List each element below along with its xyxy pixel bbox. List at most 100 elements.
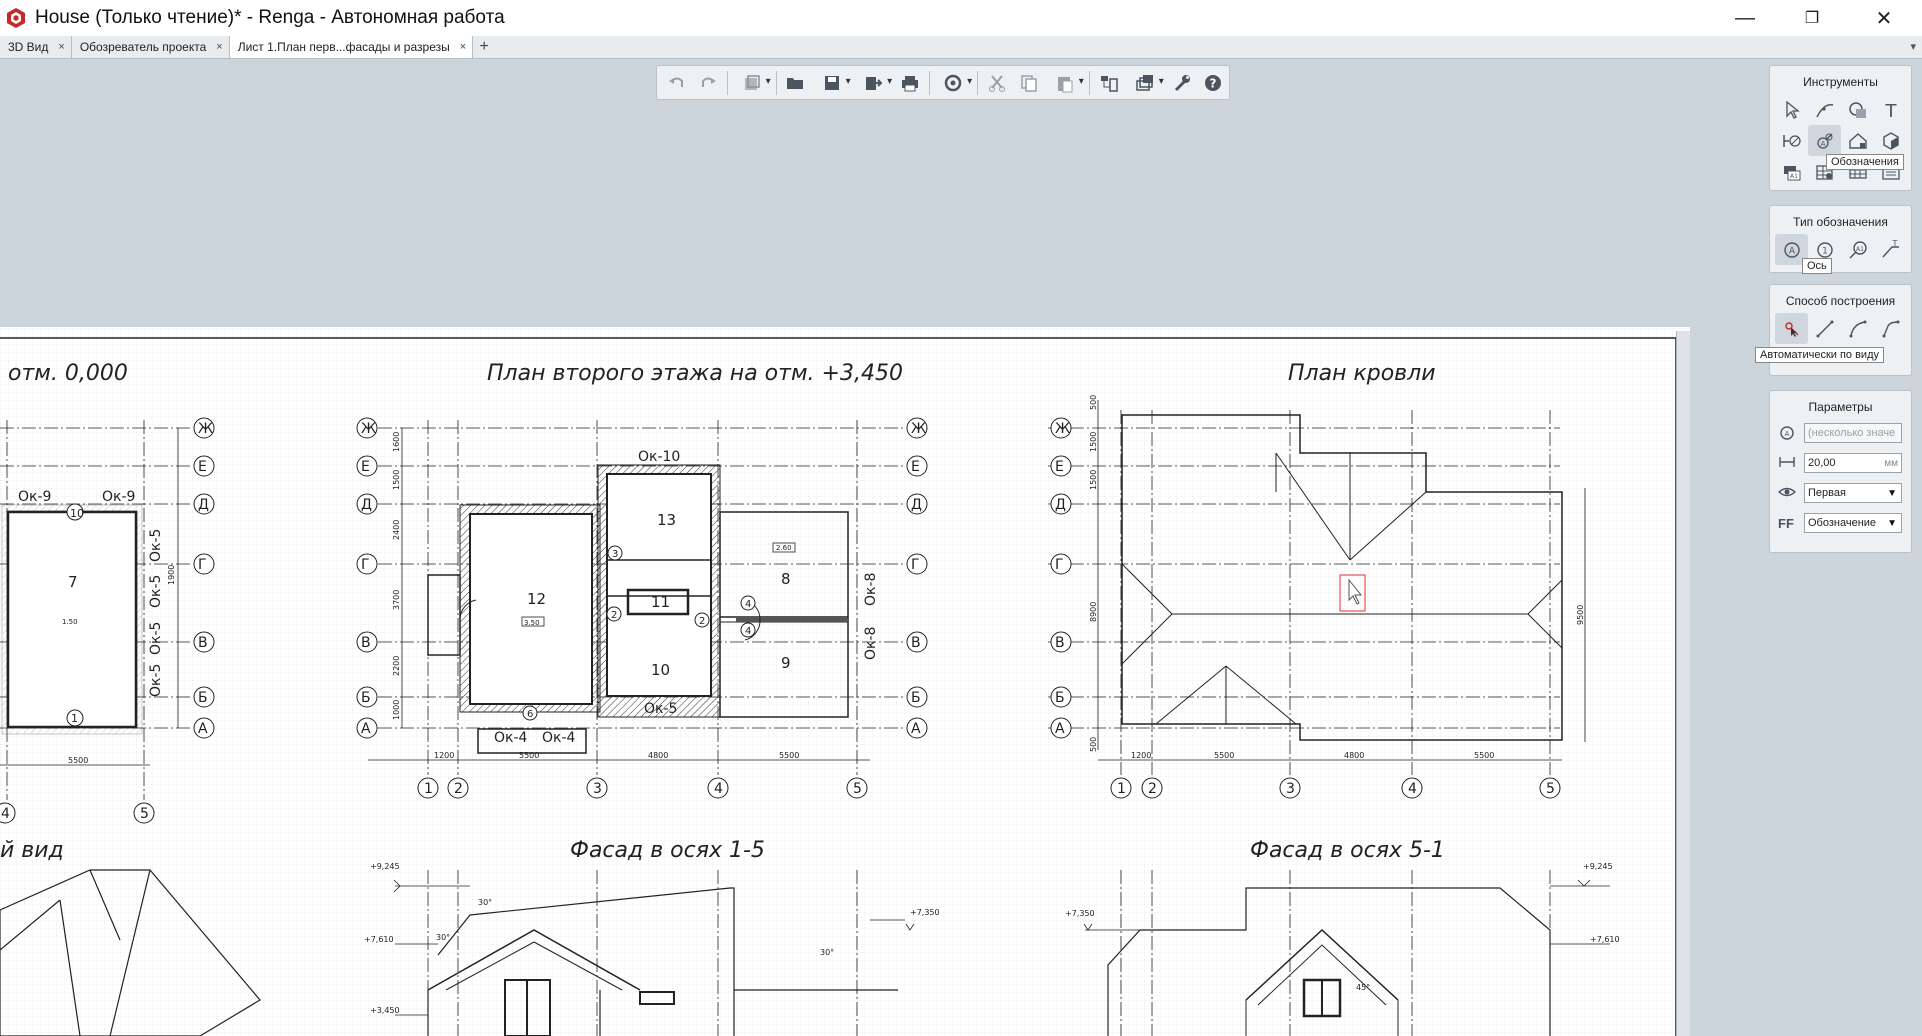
drawing-sheet[interactable]: отм. 0,000 План второго этажа на отм. +3… (0, 327, 1690, 1036)
axis-label: А (911, 721, 921, 737)
tool-annotations[interactable]: A (1808, 125, 1841, 156)
tab-close-icon[interactable]: × (460, 41, 466, 53)
visibility-select[interactable]: Первая ▼ (1804, 483, 1902, 503)
axis-label: Г (198, 557, 207, 573)
room-12: 12 (527, 590, 546, 608)
tab-3d-view[interactable]: 3D Вид × (0, 36, 72, 58)
dim-plan1-bottom: 5500 (68, 756, 88, 765)
door-mark: 1 (71, 712, 78, 725)
model-button[interactable] (731, 68, 772, 98)
dim-label: 1200 (434, 751, 454, 760)
tool-line[interactable] (1808, 94, 1841, 125)
size-input[interactable]: 20,00 мм (1804, 453, 1902, 473)
toolbar-separator (727, 70, 729, 95)
save-button[interactable] (811, 68, 852, 98)
redo-button[interactable] (693, 68, 725, 98)
cut-icon (988, 74, 1005, 92)
tab-project-explorer[interactable]: Обозреватель проекта × (72, 36, 230, 58)
axis-label: В (1055, 635, 1065, 651)
build-method-auto[interactable] (1775, 313, 1808, 344)
dim-label: 3700 (392, 590, 401, 610)
add-tab-button[interactable]: + (473, 36, 495, 58)
svg-text:A: A (1788, 246, 1795, 256)
wrench-icon (1174, 74, 1190, 91)
dim-label: 5500 (1474, 751, 1494, 760)
straight-line-icon (1816, 320, 1833, 337)
tool-dimension[interactable] (1775, 125, 1808, 156)
toolbar-separator (775, 70, 777, 95)
field-value: Обозначение (1808, 517, 1877, 529)
open-button[interactable] (780, 68, 812, 98)
room-10: 10 (651, 661, 670, 679)
print-button[interactable] (894, 68, 926, 98)
export-icon (866, 76, 883, 90)
tool-text[interactable]: T (1874, 94, 1907, 125)
door-mark: 3 (612, 549, 618, 560)
copy-icon (1020, 74, 1037, 92)
axis-label: Г (911, 557, 920, 573)
window-ok8-b: Ок-8 (863, 627, 879, 660)
roof-title: План кровли (1288, 361, 1436, 386)
document-tabs: 3D Вид × Обозреватель проекта × Лист 1.П… (0, 36, 1922, 59)
style-select[interactable]: Обозначение ▼ (1804, 513, 1902, 533)
tab-sheet-1[interactable]: Лист 1.План перв...фасады и разрезы × (229, 36, 474, 58)
svg-text:1: 1 (1822, 246, 1828, 256)
axis-label: 5 (1546, 781, 1555, 797)
door-mark: 4 (745, 626, 751, 637)
tool-level[interactable] (1841, 125, 1874, 156)
undo-button[interactable] (661, 68, 693, 98)
layers-icon (1136, 74, 1154, 91)
model-icon (744, 74, 760, 90)
font-style-icon: FF (1778, 515, 1794, 531)
annotation-type-leader[interactable]: T (1874, 234, 1907, 265)
dim-label: 5500 (519, 751, 539, 760)
tool-hatch[interactable] (1841, 94, 1874, 125)
copy-button[interactable] (1013, 68, 1045, 98)
param-row-marker: A (несколько значе (1770, 418, 1911, 448)
structure-button[interactable] (1093, 68, 1125, 98)
tab-list-dropdown-icon[interactable]: ▾ (1910, 40, 1916, 53)
polyline-icon (1882, 320, 1899, 337)
marker-value-field[interactable]: (несколько значе (1804, 423, 1902, 443)
plan1-title: отм. 0,000 (8, 361, 128, 386)
axis-label: В (911, 635, 921, 651)
level-icon (1848, 132, 1867, 149)
tool-3d[interactable] (1874, 125, 1907, 156)
build-method-polyline[interactable] (1874, 313, 1907, 344)
tooltip-annotations: Обозначения (1826, 154, 1904, 170)
cloud-button[interactable] (933, 68, 974, 98)
settings-button[interactable] (1166, 68, 1198, 98)
axis-label: 2 (454, 781, 463, 797)
tool-stamp[interactable]: A1 (1775, 156, 1808, 187)
window-ok10: Ок-10 (638, 449, 680, 465)
build-method-line[interactable] (1808, 313, 1841, 344)
close-window-button[interactable]: ✕ (1856, 0, 1912, 36)
text-icon: T (1884, 101, 1897, 121)
minimize-button[interactable]: — (1717, 0, 1773, 36)
build-method-arc[interactable] (1841, 313, 1874, 344)
export-button[interactable] (853, 68, 894, 98)
help-button[interactable]: ? (1197, 68, 1229, 98)
window-ok4-a: Ок-4 (494, 730, 528, 746)
tool-select[interactable] (1775, 94, 1808, 125)
toolbar-separator (977, 70, 979, 95)
maximize-button[interactable]: ❐ (1784, 0, 1840, 36)
axis-label: 3 (593, 781, 602, 797)
renga-app-icon (7, 8, 25, 28)
svg-text:A1: A1 (1856, 246, 1864, 253)
dim-plan1-side: 1900 (167, 565, 176, 585)
structure-icon (1100, 75, 1118, 92)
tab-close-icon[interactable]: × (216, 41, 222, 53)
dim-label: 1000 (392, 700, 401, 720)
paste-button[interactable] (1044, 68, 1085, 98)
door-mark: 6 (527, 709, 533, 720)
annotation-type-detail[interactable]: A1 (1841, 234, 1874, 265)
cut-button[interactable] (981, 68, 1013, 98)
field-unit: мм (1884, 457, 1898, 469)
level-f1-top: +9,245 (370, 862, 400, 871)
drawing-canvas[interactable]: отм. 0,000 План второго этажа на отм. +3… (0, 327, 1690, 1036)
angle-label: 30° (820, 948, 834, 957)
layers-button[interactable] (1124, 68, 1165, 98)
tab-close-icon[interactable]: × (58, 41, 64, 53)
window-ok4-b: Ок-4 (542, 730, 576, 746)
